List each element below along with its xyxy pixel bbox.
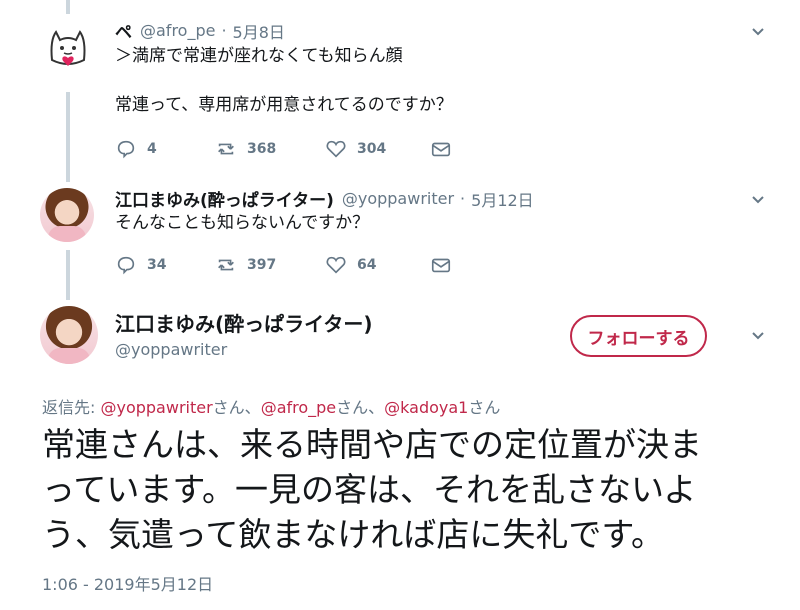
reply-count: 4: [147, 141, 157, 157]
tweet1-name[interactable]: ペ: [115, 18, 132, 43]
tweet1-text-line2: 常連って、専用席が用意されてるのですか？: [115, 95, 453, 115]
like-button[interactable]: 64: [325, 254, 430, 276]
main-text-line2: っています。一見の客は、それを乱さないよ: [42, 470, 697, 509]
tweet1-handle[interactable]: @afro_pe: [140, 21, 215, 40]
reply-icon: [117, 140, 135, 159]
thread-line-top: [66, 0, 70, 14]
separator-dot: ·: [460, 189, 466, 208]
chevron-down-icon[interactable]: [750, 192, 766, 208]
like-button[interactable]: 304: [325, 138, 430, 160]
thread-line-middle: [66, 92, 70, 182]
avatar-afro-pe[interactable]: [42, 20, 94, 72]
tweet2-handle[interactable]: @yoppawriter: [342, 189, 454, 208]
separator-dot: ·: [221, 21, 227, 40]
mention-yoppawriter[interactable]: @yoppawriter: [100, 398, 212, 417]
reply-count: 34: [147, 257, 167, 273]
main-timestamp[interactable]: 1:06 - 2019年5月12日: [42, 571, 213, 595]
reply-icon: [117, 256, 135, 275]
heart-icon: [326, 140, 346, 158]
reply-button[interactable]: 4: [115, 138, 215, 160]
mention-kadoya1[interactable]: @kadoya1: [384, 398, 468, 417]
retweet-button[interactable]: 368: [215, 138, 325, 160]
main-text-line1: 常連さんは、来る時間や店での定位置が決ま: [42, 425, 702, 464]
retweet-button[interactable]: 397: [215, 254, 325, 276]
reply-to-prefix: 返信先:: [42, 398, 101, 417]
tweet2-name[interactable]: 江口まゆみ(酔っぱライター): [115, 186, 334, 211]
reply-button[interactable]: 34: [115, 254, 215, 276]
avatar-yoppawriter[interactable]: [40, 188, 94, 242]
tweet2-date[interactable]: 5月12日: [471, 187, 534, 211]
dm-button[interactable]: [430, 254, 452, 276]
envelope-icon: [431, 258, 451, 273]
chevron-down-icon[interactable]: [750, 328, 766, 344]
mention-suffix: さん、: [336, 398, 385, 417]
main-name[interactable]: 江口まゆみ(酔っぱライター): [115, 308, 372, 337]
main-handle[interactable]: @yoppawriter: [115, 340, 227, 359]
tweet1-date[interactable]: 5月8日: [233, 19, 285, 43]
tweet2-text: そんなことも知らないんですか？: [115, 213, 370, 233]
mention-afro-pe[interactable]: @afro_pe: [261, 398, 336, 417]
follow-button[interactable]: フォローする: [570, 315, 707, 357]
envelope-icon: [431, 142, 451, 157]
retweet-icon: [218, 259, 234, 271]
main-tweet-text: 常連さんは、来る時間や店での定位置が決ま っています。一見の客は、それを乱さない…: [42, 422, 702, 557]
chevron-down-icon[interactable]: [750, 24, 766, 40]
like-count: 64: [357, 257, 377, 273]
cat-icon: [50, 30, 86, 66]
like-count: 304: [357, 141, 387, 157]
thread-line-bottom: [66, 250, 70, 300]
retweet-icon: [218, 143, 234, 155]
tweet1-text-line1: ＞満席で常連が座れなくても知らん顔: [115, 46, 403, 66]
mention-suffix: さん、: [212, 398, 261, 417]
mention-suffix: さん: [468, 398, 501, 417]
avatar-main-yoppawriter[interactable]: [40, 306, 98, 364]
retweet-count: 397: [247, 257, 277, 273]
main-text-line3: う、気遣って飲まなければ店に失礼です。: [42, 515, 665, 554]
dm-button[interactable]: [430, 138, 452, 160]
tweet1-actions: 4 368 304: [115, 138, 452, 160]
retweet-count: 368: [247, 141, 277, 157]
reply-to-line: 返信先: @yoppawriterさん、@afro_peさん、@kadoya1さ…: [42, 394, 500, 418]
tweet2-actions: 34 397 64: [115, 254, 452, 276]
heart-icon: [326, 256, 346, 274]
